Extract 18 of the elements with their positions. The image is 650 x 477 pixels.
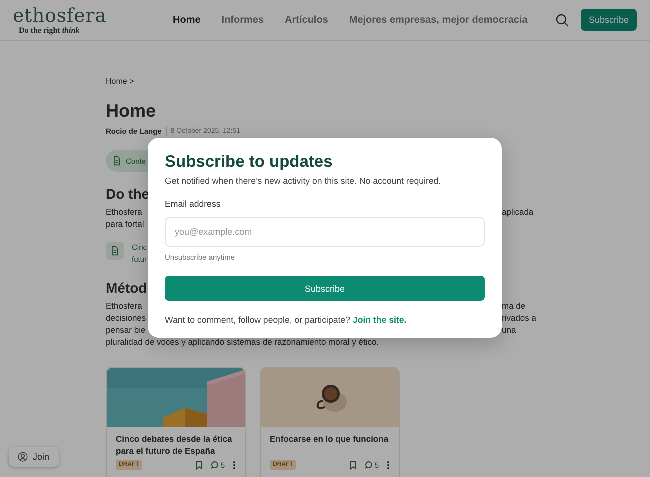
body-text: rivados a xyxy=(502,312,536,324)
body-text: decisiones xyxy=(106,313,146,323)
body-text: Ethosfera xyxy=(106,207,142,217)
body-text: pensar bie xyxy=(106,325,146,335)
section-heading: Do the xyxy=(106,186,150,202)
body-text: pluralidad de voces y aplicando sistemas de razonamiento moral y ético. xyxy=(106,337,380,347)
section-heading: Métod xyxy=(106,280,148,296)
email-label: Email address xyxy=(165,199,221,209)
dialog-title: Subscribe to updates xyxy=(165,153,333,172)
body-text: una xyxy=(502,324,516,336)
body-text: Ethosfera xyxy=(106,301,142,311)
body-text: para fortal xyxy=(106,219,144,229)
body-text: aplicada xyxy=(502,206,534,218)
page-title: Home xyxy=(106,101,156,122)
body-text: ma de xyxy=(502,300,526,312)
dialog-subtitle: Get notified when there’s new activity on this site. No account required. xyxy=(165,176,442,186)
tagline: Do the right think xyxy=(18,26,81,34)
footer-text: Want to comment, follow people, or participate? xyxy=(165,315,350,325)
